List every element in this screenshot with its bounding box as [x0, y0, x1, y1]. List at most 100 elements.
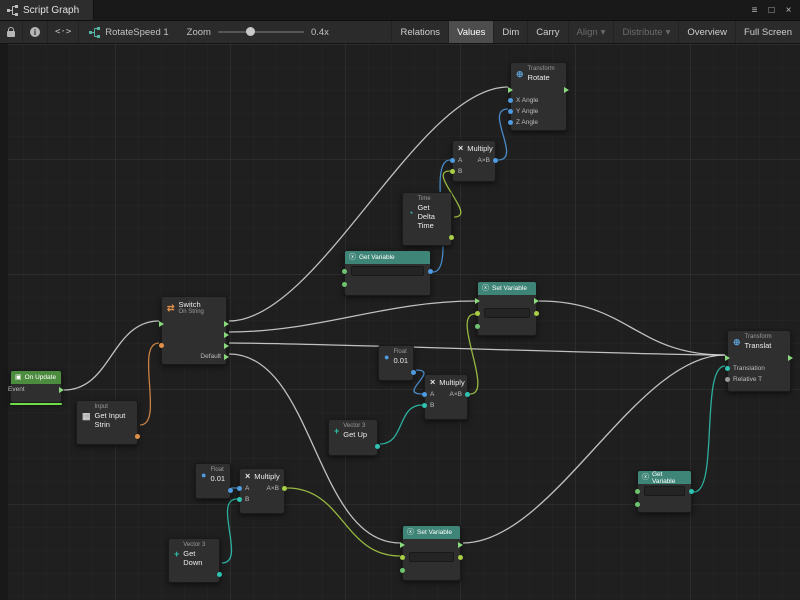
info-button[interactable]: i: [23, 21, 48, 43]
flow-port[interactable]: [725, 355, 730, 361]
flow-port[interactable]: [400, 542, 405, 548]
value-port[interactable]: [450, 169, 455, 174]
flow-port[interactable]: [159, 321, 164, 327]
node-on-update[interactable]: ▣On UpdateEvent: [10, 370, 62, 403]
multiply-b-port-group: A: [422, 389, 434, 400]
flow-port[interactable]: [59, 387, 64, 393]
toolbar-button-values[interactable]: Values: [448, 21, 493, 43]
value-port[interactable]: [635, 502, 640, 507]
menu-icon[interactable]: ≡: [746, 5, 763, 16]
flow-port[interactable]: [458, 542, 463, 548]
chevron-down-icon: ▾: [666, 27, 671, 38]
node-set-variable-a[interactable]: ⓧSet Variable: [477, 281, 537, 336]
value-port[interactable]: [411, 370, 416, 375]
flow-port[interactable]: [224, 343, 229, 349]
variable-name-field[interactable]: [644, 486, 685, 496]
port-label: Z Angle: [516, 119, 538, 126]
node-header-title: On Update: [25, 374, 56, 381]
value-port[interactable]: [135, 434, 140, 439]
value-port[interactable]: [725, 366, 730, 371]
value-port[interactable]: [465, 392, 470, 397]
get-variable-a-port-group: [428, 264, 433, 279]
node-multiply-c[interactable]: ×MultiplyAA×BB: [239, 468, 285, 514]
flow-port[interactable]: [224, 321, 229, 327]
node-translate[interactable]: ⊕TransformTranslatTranslationRelative T: [727, 330, 791, 392]
graph-canvas[interactable]: [0, 44, 800, 600]
value-port[interactable]: [475, 324, 480, 329]
value-port[interactable]: [508, 98, 513, 103]
close-icon[interactable]: ×: [780, 5, 797, 16]
flow-port[interactable]: [475, 298, 480, 304]
value-port[interactable]: [475, 311, 480, 316]
zoom-slider[interactable]: [218, 31, 304, 33]
value-port[interactable]: [217, 572, 222, 577]
value-port[interactable]: [508, 109, 513, 114]
tab-script-graph[interactable]: Script Graph: [0, 0, 94, 20]
graph-toolbar: i <·> RotateSpeed 1 Zoom 0.4x RelationsV…: [0, 21, 800, 44]
value-port[interactable]: [375, 444, 380, 449]
value-port[interactable]: [450, 158, 455, 163]
value-port[interactable]: [428, 269, 433, 274]
zoom-knob[interactable]: [246, 27, 255, 36]
node-name: Multiply: [254, 472, 279, 481]
breadcrumb[interactable]: RotateSpeed 1: [79, 27, 178, 38]
node-title: ⇄SwitchOn String: [162, 297, 226, 318]
value-port[interactable]: [508, 120, 513, 125]
value-port[interactable]: [400, 555, 405, 560]
value-port[interactable]: [689, 489, 694, 494]
value-port[interactable]: [400, 568, 405, 573]
flow-port[interactable]: [508, 87, 513, 93]
switch-on-string-port-group: [224, 329, 229, 340]
get-delta-time-icon: ◔: [408, 209, 413, 218]
variable-name-field[interactable]: [409, 552, 454, 562]
value-port[interactable]: [635, 489, 640, 494]
flow-port[interactable]: [224, 332, 229, 338]
lock-button[interactable]: [0, 21, 23, 43]
node-get-variable-a[interactable]: ⓧGet Variable: [344, 250, 431, 296]
toolbar-button-dim[interactable]: Dim: [493, 21, 527, 43]
node-vector3-get-down[interactable]: +Vector 3Get Down: [168, 538, 220, 583]
switch-on-string-port-group: [224, 318, 229, 329]
flow-port[interactable]: [534, 298, 539, 304]
flow-port[interactable]: [224, 354, 229, 360]
value-port[interactable]: [493, 158, 498, 163]
node-title: +Vector 3Get Down: [169, 539, 219, 569]
toolbar-button-full-screen[interactable]: Full Screen: [735, 21, 800, 43]
value-port[interactable]: [458, 555, 463, 560]
node-float-b[interactable]: ●Float0.01: [195, 463, 231, 499]
node-get-delta-time[interactable]: ◔TimeGet Delta Time: [402, 192, 452, 246]
toolbar-button-relations[interactable]: Relations: [391, 21, 448, 43]
value-port[interactable]: [282, 486, 287, 491]
value-port[interactable]: [228, 488, 233, 493]
node-float-a[interactable]: ●Float0.01: [378, 345, 414, 381]
value-port[interactable]: [159, 343, 164, 348]
variable-name-field[interactable]: [351, 266, 424, 276]
value-port[interactable]: [449, 235, 454, 240]
node-rotate[interactable]: ⊕TransformRotateX AngleY AngleZ Angle: [510, 62, 567, 131]
flow-port[interactable]: [788, 355, 793, 361]
node-multiply-b[interactable]: ×MultiplyAA×BB: [424, 374, 468, 420]
value-port[interactable]: [342, 269, 347, 274]
node-vector3-get-up[interactable]: +Vector 3Get Up: [328, 419, 378, 456]
value-port[interactable]: [534, 311, 539, 316]
flow-port[interactable]: [564, 87, 569, 93]
maximize-icon[interactable]: □: [763, 5, 780, 16]
node-switch-on-string[interactable]: ⇄SwitchOn StringDefault: [161, 296, 227, 365]
value-port[interactable]: [422, 403, 427, 408]
variable-name-field[interactable]: [484, 308, 530, 318]
toolbar-button-label: Overview: [687, 27, 727, 38]
toolbar-button-carry[interactable]: Carry: [527, 21, 567, 43]
node-get-input-string[interactable]: ▦InputGet Input Strin: [76, 400, 138, 445]
node-multiply-a[interactable]: ×MultiplyAA×BB: [452, 140, 496, 182]
toolbar-button-overview[interactable]: Overview: [678, 21, 735, 43]
node-set-variable-b[interactable]: ⓧSet Variable: [402, 525, 461, 581]
get-variable-b-port-group: [635, 499, 640, 510]
zoom-to-fit-button[interactable]: <·>: [48, 21, 79, 43]
value-port[interactable]: [342, 282, 347, 287]
node-port-row: Event: [11, 384, 61, 395]
value-port[interactable]: [237, 497, 242, 502]
node-get-variable-b[interactable]: ⓧGet Variable: [637, 470, 692, 513]
value-port[interactable]: [725, 377, 730, 382]
value-port[interactable]: [422, 392, 427, 397]
value-port[interactable]: [237, 486, 242, 491]
